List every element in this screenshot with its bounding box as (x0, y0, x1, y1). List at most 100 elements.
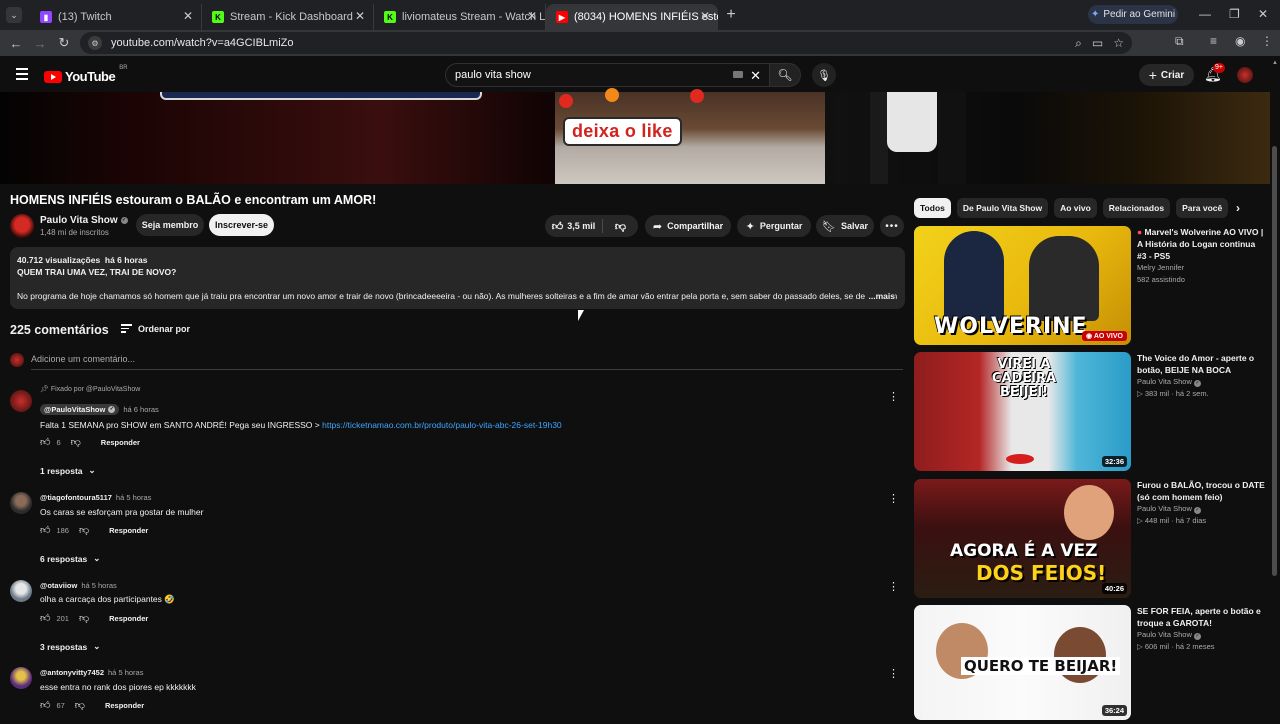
tab-twitch[interactable]: ▮ (13) Twitch ✕ (30, 4, 202, 30)
dislike-comment-thumbs-down-icon[interactable]: 👎︎ (71, 436, 81, 448)
comment-menu-icon[interactable]: ⋮ (888, 667, 899, 680)
tab-search-icon[interactable]: ⌄ (6, 7, 22, 23)
recommendation-item[interactable]: AGORA É A VEZ DOS FEIOS! 40:26 Furou o B… (914, 479, 1269, 598)
view-replies-button[interactable]: 6 respostas ⌄ (40, 553, 100, 564)
comment-author[interactable]: @antonyvitty7452 há 5 horas (40, 668, 143, 677)
comment-author[interactable]: @PauloVitaShow ✓ há 6 horas (40, 404, 159, 415)
comment-menu-icon[interactable]: ⋮ (888, 492, 899, 505)
reload-icon[interactable]: ↻ (52, 35, 76, 51)
video-thumbnail[interactable]: QUERO TE BEIJAR! 36:24 (914, 605, 1131, 720)
comment-menu-icon[interactable]: ⋮ (888, 580, 899, 593)
comment-author[interactable]: @otaviiow há 5 horas (40, 581, 117, 590)
recommendation-item[interactable]: WOLVERINE ◉ AO VIVO ● Marvel's Wolverine… (914, 226, 1269, 345)
recommendation-channel[interactable]: Paulo Vita Show ✓ (1137, 504, 1201, 514)
url-bar[interactable]: ⚙ youtube.com/watch?v=a4GCIBLmiZo ⌕ ▭ ☆ (80, 32, 1132, 54)
comment-menu-icon[interactable]: ⋮ (888, 390, 899, 403)
recommendation-item[interactable]: QUERO TE BEIJAR! 36:24 SE FOR FEIA, aper… (914, 605, 1269, 724)
hamburger-menu-icon[interactable] (16, 68, 28, 83)
scrollbar-thumb[interactable] (1272, 146, 1277, 576)
ticket-link[interactable]: https://ticketnamao.com.br/produto/paulo… (322, 420, 562, 430)
dislike-button[interactable]: 👎︎ (603, 220, 638, 233)
comment-author[interactable]: @tiagofontoura5117 há 5 horas (40, 493, 151, 502)
back-arrow-icon[interactable]: ← (4, 36, 28, 51)
reply-button[interactable]: Responder (109, 526, 148, 535)
keyboard-icon[interactable] (733, 71, 743, 78)
channel-name[interactable]: Paulo Vita Show ✓ (40, 215, 128, 226)
video-thumbnail[interactable]: VIREI A CADEIRA BEIJEI! 32:36 (914, 352, 1131, 471)
recommendation-item[interactable]: VIREI A CADEIRA BEIJEI! 32:36 The Voice … (914, 352, 1269, 471)
close-icon[interactable]: ✕ (700, 9, 710, 23)
youtube-logo[interactable]: YouTube BR (44, 65, 128, 84)
view-replies-button[interactable]: 1 resposta ⌄ (40, 465, 96, 476)
add-comment-input[interactable]: Adicione um comentário... (31, 354, 903, 370)
comment-avatar[interactable] (10, 390, 32, 412)
zoom-icon[interactable]: ⌕ (1075, 36, 1082, 51)
reply-button[interactable]: Responder (105, 701, 144, 710)
like-comment-thumbs-up-icon[interactable]: 👍︎ (40, 524, 50, 536)
close-icon[interactable]: ✕ (527, 9, 537, 23)
gemini-button[interactable]: ✦ Pedir ao Gemini (1088, 5, 1178, 24)
recommendation-channel[interactable]: Melry Jennifer (1137, 263, 1184, 272)
forward-arrow-icon[interactable]: → (28, 36, 52, 51)
media-controls-icon[interactable]: ≡ (1210, 34, 1217, 48)
account-avatar[interactable] (1237, 67, 1253, 83)
like-comment-thumbs-up-icon[interactable]: 👍︎ (40, 699, 50, 711)
comment-avatar[interactable] (10, 492, 32, 514)
channel-avatar[interactable] (10, 214, 34, 238)
bookmark-star-icon[interactable]: ☆ (1113, 36, 1124, 50)
chip-from-channel[interactable]: De Paulo Vita Show (956, 198, 1049, 218)
video-player[interactable]: deixa o like (0, 88, 1270, 184)
search-button[interactable]: 🔍︎ (770, 63, 801, 87)
clear-search-icon[interactable]: ✕ (750, 68, 761, 84)
view-replies-button[interactable]: 3 respostas ⌄ (40, 641, 100, 652)
description-headline: QUEM TRAI UMA VEZ, TRAI DE NOVO? (17, 267, 177, 277)
browser-menu-icon[interactable]: ⋮ (1261, 34, 1273, 48)
reply-button[interactable]: Responder (101, 438, 140, 447)
chevron-right-icon[interactable]: › (1236, 201, 1240, 215)
share-button[interactable]: ➦ Compartilhar (645, 215, 731, 237)
scroll-up-icon[interactable]: ▲ (1272, 60, 1278, 66)
window-close-icon[interactable]: ✕ (1258, 7, 1268, 21)
sort-comments-button[interactable]: Ordenar por (121, 324, 190, 335)
chip-for-you[interactable]: Para você (1176, 198, 1229, 218)
ask-button[interactable]: ✦ Perguntar (737, 215, 811, 237)
site-info-icon[interactable]: ⚙ (88, 36, 102, 50)
like-comment-thumbs-up-icon[interactable]: 👍︎ (40, 436, 50, 448)
show-more-link[interactable]: ...mais (864, 290, 895, 302)
dislike-comment-thumbs-down-icon[interactable]: 👎︎ (79, 524, 89, 536)
recommendation-channel[interactable]: Paulo Vita Show ✓ (1137, 630, 1201, 640)
search-input[interactable]: paulo vita show ✕ (445, 63, 770, 87)
dislike-comment-thumbs-down-icon[interactable]: 👎︎ (75, 699, 85, 711)
save-button[interactable]: 🔖︎ Salvar (816, 215, 874, 237)
recommendation-channel[interactable]: Paulo Vita Show ✓ (1137, 377, 1201, 387)
close-icon[interactable]: ✕ (183, 9, 193, 23)
voice-search-button[interactable]: 🎙︎ (812, 63, 836, 87)
comment-avatar[interactable] (10, 667, 32, 689)
cast-icon[interactable]: ▭ (1092, 36, 1103, 50)
subscribe-button[interactable]: Inscrever-se (209, 214, 274, 236)
comment-avatar[interactable] (10, 580, 32, 602)
more-actions-button[interactable]: ••• (880, 215, 904, 237)
tab-youtube[interactable]: ▶ (8034) HOMENS INFIÉIS estouram ✕ (546, 4, 718, 30)
tab-kick-live[interactable]: K liviomateus Stream - Watch Live ✕ (374, 4, 546, 30)
like-button[interactable]: 👍︎ 3,5 mil (545, 219, 603, 233)
create-button[interactable]: + Criar (1139, 64, 1194, 86)
chip-todos[interactable]: Todos (914, 198, 951, 218)
chip-live[interactable]: Ao vivo (1054, 198, 1097, 218)
reply-button[interactable]: Responder (109, 614, 148, 623)
tab-kick-dashboard[interactable]: K Stream - Kick Dashboard ✕ (202, 4, 374, 30)
restore-icon[interactable]: ❐ (1229, 7, 1240, 21)
extensions-icon[interactable]: ⧉ (1175, 34, 1184, 49)
video-thumbnail[interactable]: WOLVERINE ◉ AO VIVO (914, 226, 1131, 345)
video-thumbnail[interactable]: AGORA É A VEZ DOS FEIOS! 40:26 (914, 479, 1131, 598)
minimize-icon[interactable]: — (1199, 7, 1211, 21)
dislike-comment-thumbs-down-icon[interactable]: 👎︎ (79, 612, 89, 624)
join-membership-button[interactable]: Seja membro (136, 214, 204, 236)
video-description[interactable]: 40.712 visualizações há 6 horas QUEM TRA… (10, 247, 905, 309)
chip-related[interactable]: Relacionados (1102, 198, 1171, 218)
profile-icon[interactable]: ◉ (1235, 34, 1245, 48)
new-tab-plus-icon[interactable]: + (718, 6, 744, 24)
like-comment-thumbs-up-icon[interactable]: 👍︎ (40, 612, 50, 624)
tab-title: (8034) HOMENS INFIÉIS estouram (574, 11, 718, 23)
close-icon[interactable]: ✕ (355, 9, 365, 23)
